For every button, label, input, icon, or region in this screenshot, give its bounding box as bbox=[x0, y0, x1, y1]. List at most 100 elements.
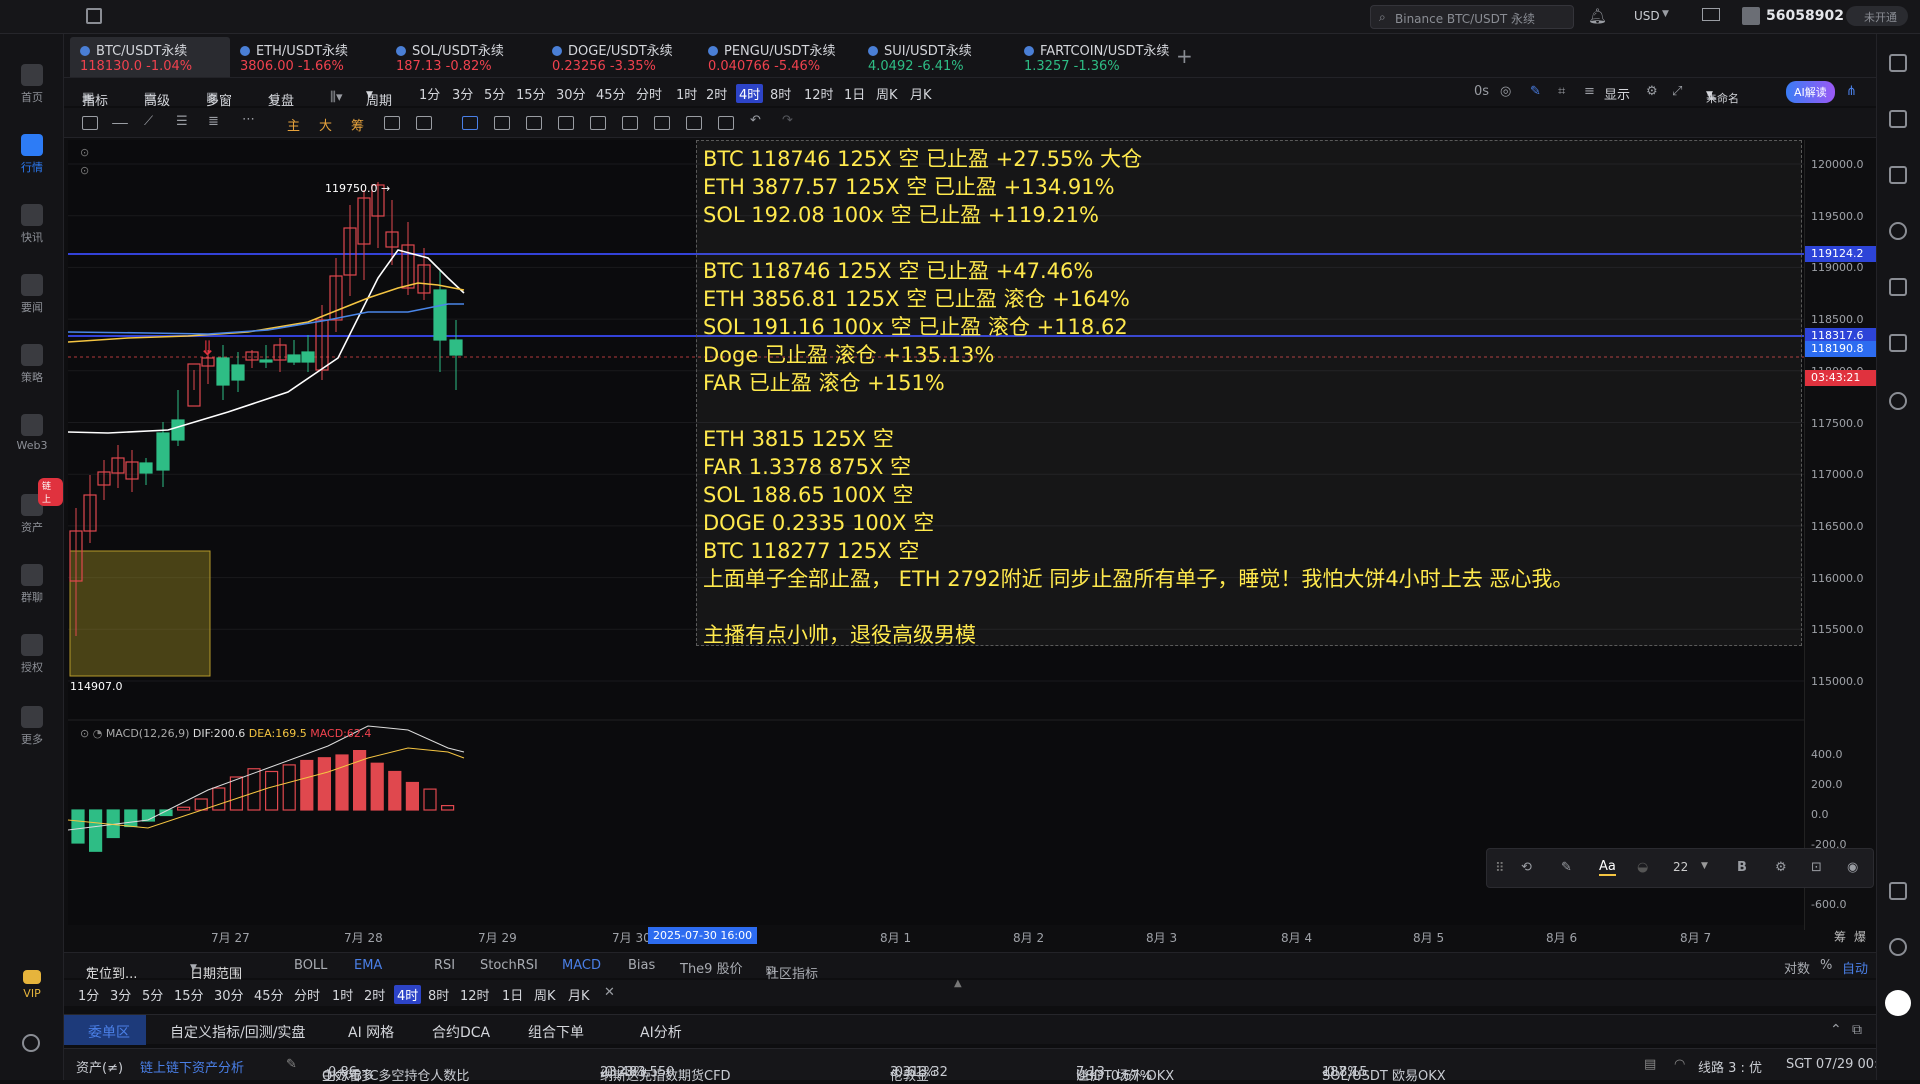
bold-icon[interactable]: B bbox=[1737, 860, 1747, 875]
ruler-tool-icon[interactable] bbox=[494, 116, 510, 130]
period-2h[interactable]: 2时 bbox=[364, 985, 385, 1004]
nav-more[interactable]: 更多 bbox=[0, 706, 64, 747]
news-icon[interactable]: ▤ bbox=[1644, 1057, 1656, 1072]
currency-select[interactable]: USD bbox=[1634, 9, 1660, 23]
display-button[interactable]: 显示 bbox=[1604, 84, 1630, 103]
crop-icon[interactable]: ⌗ bbox=[1558, 84, 1565, 99]
nav-web3[interactable]: Web3 bbox=[0, 414, 64, 452]
interval-tick[interactable]: 分时 bbox=[636, 84, 662, 103]
nav-home[interactable]: 首页 bbox=[0, 64, 64, 105]
rectangle-tool-icon[interactable] bbox=[82, 116, 98, 130]
tab-custom-indicators[interactable]: 自定义指标/回测/实盘 bbox=[170, 1022, 305, 1042]
pen-icon[interactable]: ✎ bbox=[1530, 84, 1541, 99]
interval-2h[interactable]: 2时 bbox=[706, 84, 727, 103]
interval-1d[interactable]: 1日 bbox=[844, 84, 865, 103]
redo-icon[interactable]: ↷ bbox=[782, 113, 793, 128]
font-size-select[interactable]: 22 bbox=[1673, 860, 1688, 874]
collapse-up-icon[interactable]: ⌃ bbox=[1830, 1022, 1842, 1038]
period-30m[interactable]: 30分 bbox=[214, 985, 244, 1004]
lock-icon[interactable]: ⊡ bbox=[1811, 860, 1822, 875]
copy-tool-icon[interactable] bbox=[384, 116, 400, 130]
more-tools-icon[interactable]: ⋯ bbox=[242, 112, 255, 127]
interval-15m[interactable]: 15分 bbox=[516, 84, 546, 103]
indicator-ema[interactable]: EMA bbox=[354, 958, 382, 973]
edit-icon[interactable]: ✎ bbox=[1561, 860, 1572, 875]
indicator-macd[interactable]: MACD bbox=[562, 958, 601, 973]
tab-dca[interactable]: 合约DCA bbox=[432, 1022, 490, 1042]
interval-8h[interactable]: 8时 bbox=[770, 84, 791, 103]
interval-4h[interactable]: 4时 bbox=[736, 84, 764, 103]
asset-analysis-link[interactable]: 链上链下资产分析 bbox=[140, 1057, 244, 1076]
period-1d[interactable]: 1日 bbox=[502, 985, 523, 1004]
interval-3m[interactable]: 3分 bbox=[452, 84, 473, 103]
depth-icon[interactable] bbox=[1889, 222, 1907, 240]
macd-eye-icon[interactable]: ⊙ ◔ bbox=[80, 727, 106, 740]
tab-eth[interactable]: ETH/USDT永续 3806.00 -1.66% bbox=[230, 37, 386, 77]
undo-icon[interactable]: ↶ bbox=[750, 113, 761, 128]
tab-ai-analysis[interactable]: AI分析 bbox=[640, 1022, 682, 1042]
collapse-icon[interactable]: ⊙ bbox=[80, 146, 89, 159]
settings-icon[interactable] bbox=[22, 1034, 40, 1052]
indicator-bias[interactable]: Bias bbox=[628, 958, 655, 973]
text-annotation-box[interactable]: BTC 118746 125X 空 已止盈 +27.55% 大仓 ETH 3877… bbox=[696, 140, 1802, 647]
close-icon[interactable]: ✕ bbox=[604, 985, 615, 1000]
tab-ai-grid[interactable]: AI 网格 bbox=[348, 1022, 394, 1042]
mail-icon[interactable] bbox=[1702, 8, 1720, 21]
period-15m[interactable]: 15分 bbox=[174, 985, 204, 1004]
period-tick[interactable]: 分时 bbox=[294, 985, 320, 1004]
edit-icon[interactable]: ✎ bbox=[286, 1057, 297, 1072]
nav-chat[interactable]: 群聊 bbox=[0, 564, 64, 605]
period-8h[interactable]: 8时 bbox=[428, 985, 449, 1004]
settings-icon[interactable]: ⚙ bbox=[1775, 860, 1787, 875]
tab-btc[interactable]: BTC/USDT永续 118130.0 -1.04% bbox=[70, 37, 230, 77]
time-axis[interactable]: 7月 27 7月 28 7月 29 8月 1 8月 2 8月 3 8月 4 8月 5 8月 6 8… bbox=[68, 925, 1866, 949]
nav-vip[interactable]: VIP bbox=[0, 970, 64, 1000]
note-tool-icon[interactable] bbox=[622, 116, 638, 130]
select-tool-icon[interactable] bbox=[462, 116, 478, 130]
nav-strategy[interactable]: 策略 bbox=[0, 344, 64, 385]
add-tab-icon[interactable]: + bbox=[1176, 44, 1193, 68]
drag-handle-icon[interactable]: ⠿ bbox=[1495, 861, 1505, 876]
chip-axis-label[interactable]: 筹 bbox=[1834, 928, 1846, 945]
period-5m[interactable]: 5分 bbox=[142, 985, 163, 1004]
search-box[interactable]: ⌕ Binance BTC/USDT 永续 bbox=[1370, 5, 1574, 29]
interval-1w[interactable]: 周K bbox=[876, 84, 898, 103]
ai-interpret-button[interactable]: AI解读 bbox=[1786, 81, 1835, 103]
fullscreen-icon[interactable]: ⤢ bbox=[1672, 84, 1682, 99]
user-id[interactable]: 56058902 bbox=[1766, 8, 1844, 24]
indicator-stochrsi[interactable]: StochRSI bbox=[480, 958, 538, 973]
tab-doge[interactable]: DOGE/USDT永续 0.23256 -3.35% bbox=[542, 37, 698, 77]
template-icon[interactable]: ⟲ bbox=[1521, 860, 1532, 875]
trendline-tool-icon[interactable]: ⟋ bbox=[144, 114, 153, 129]
tab-pengu[interactable]: PENGU/USDT永续 0.040766 -5.46% bbox=[698, 37, 858, 77]
period-3m[interactable]: 3分 bbox=[110, 985, 131, 1004]
hline-tool-icon[interactable] bbox=[112, 123, 128, 124]
assets-label[interactable]: 资产(≠) bbox=[76, 1057, 123, 1076]
panda-avatar-icon[interactable] bbox=[1885, 990, 1911, 1016]
main-tool[interactable]: 主 bbox=[287, 115, 300, 134]
liquidation-axis-label[interactable]: 爆 bbox=[1854, 928, 1866, 945]
orderbook-icon[interactable] bbox=[1889, 110, 1907, 128]
gear-icon[interactable]: ⚙ bbox=[1646, 84, 1658, 99]
avatar[interactable] bbox=[1742, 7, 1760, 25]
tab-sui[interactable]: SUI/USDT永续 4.0492 -6.41% bbox=[858, 37, 1014, 77]
text-color-icon[interactable]: Aa bbox=[1599, 859, 1616, 876]
period-1w[interactable]: 周K bbox=[534, 985, 556, 1004]
tab-fartcoin[interactable]: FARTCOIN/USDT永续 1.3257 -1.36% bbox=[1014, 37, 1170, 77]
log-scale-toggle[interactable]: 对数 bbox=[1784, 958, 1810, 977]
nav-news[interactable]: 要闻 bbox=[0, 274, 64, 315]
brush-tool-icon[interactable] bbox=[526, 116, 542, 130]
chip-tool[interactable]: 筹 bbox=[351, 115, 364, 134]
bell-icon[interactable]: 🔔︎ bbox=[1588, 7, 1607, 25]
tab-combo-order[interactable]: 组合下单 bbox=[528, 1022, 584, 1042]
lock-tool-icon[interactable] bbox=[590, 116, 606, 130]
window-layout-icon[interactable] bbox=[1889, 882, 1907, 900]
period-1mo[interactable]: 月K bbox=[568, 985, 590, 1004]
calculator-icon[interactable] bbox=[1889, 278, 1907, 296]
list-icon[interactable]: ≡ bbox=[1584, 84, 1595, 99]
search-input[interactable]: Binance BTC/USDT 永续 bbox=[1395, 10, 1535, 27]
period-4h[interactable]: 4时 bbox=[394, 985, 422, 1004]
headset-icon[interactable] bbox=[1889, 938, 1907, 956]
layout-grid-icon[interactable] bbox=[1889, 54, 1907, 72]
indicator-boll[interactable]: BOLL bbox=[294, 958, 327, 973]
